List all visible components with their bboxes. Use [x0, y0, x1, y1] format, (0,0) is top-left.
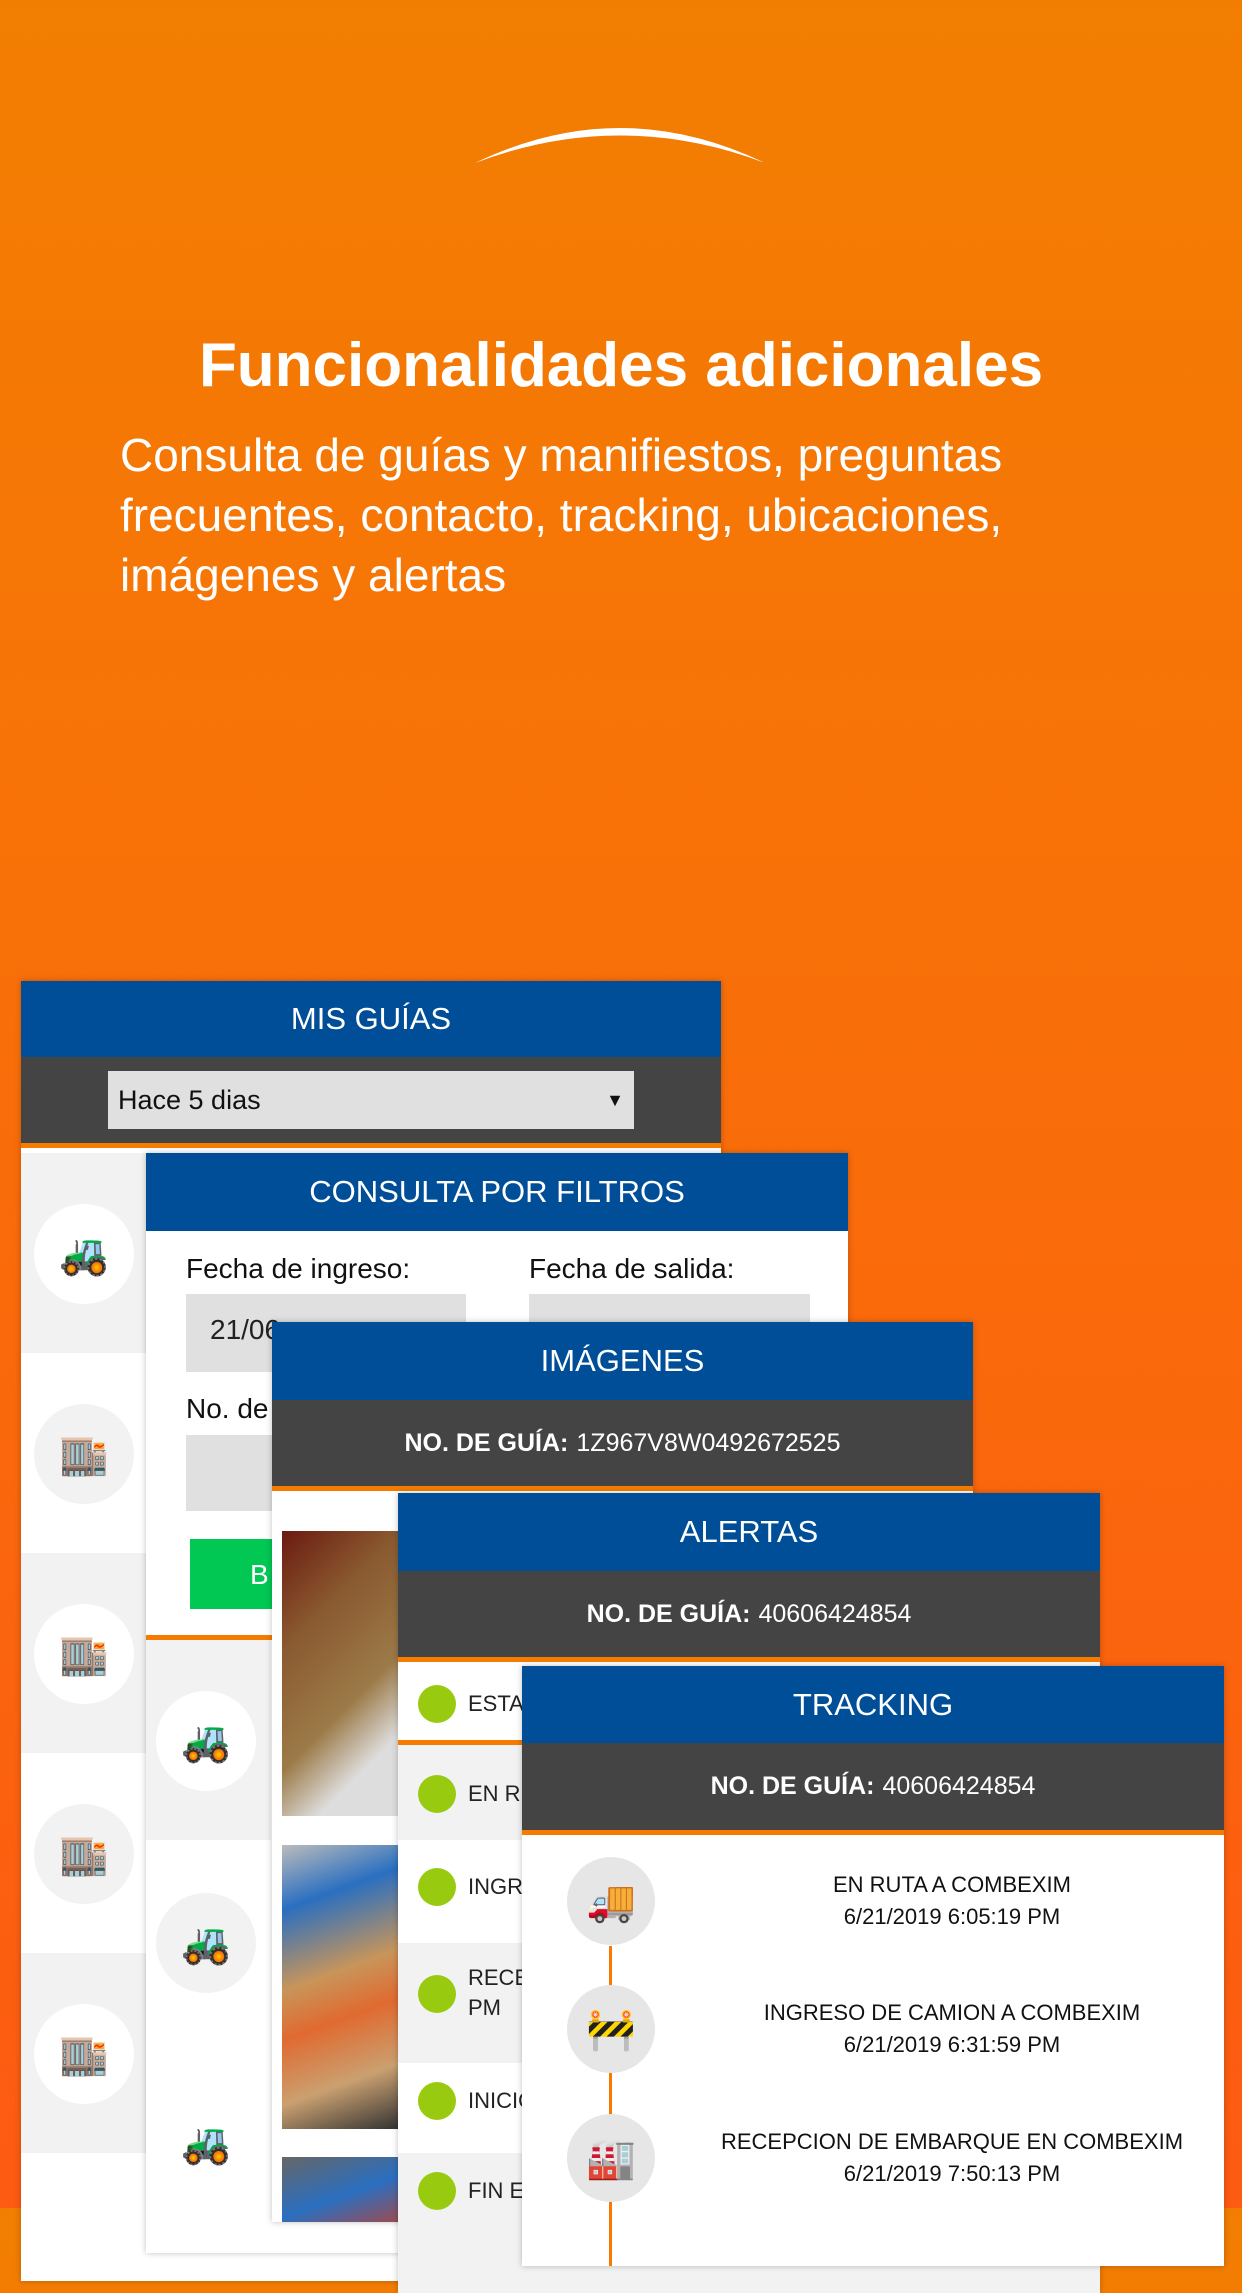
package-photo[interactable]	[282, 1531, 398, 1816]
warehouse-icon[interactable]: 🏬	[34, 2004, 134, 2104]
hero-subtitle: Consulta de guías y manifiestos, pregunt…	[120, 429, 1003, 601]
warehouse-icon[interactable]: 🏬	[34, 1804, 134, 1904]
event-datetime: 6/21/2019 6:05:19 PM	[843, 1904, 1061, 1929]
fecha-ingreso-label: Fecha de ingreso:	[186, 1253, 411, 1284]
truck-icon: 🚚	[567, 1857, 655, 1945]
tracking-header: TRACKING	[522, 1666, 1224, 1743]
guia-value: 40606424854	[882, 1772, 1036, 1800]
guia-label: NO. DE GUÍA:	[586, 1599, 751, 1628]
guia-value: 1Z967V8W0492672525	[576, 1428, 841, 1457]
warehouse-icon[interactable]: 🏬	[34, 1404, 134, 1504]
consulta-header: CONSULTA POR FILTROS	[146, 1153, 848, 1231]
warehouse-truck-icon: 🏭	[567, 2114, 655, 2202]
gate-barrier-icon: 🚧	[567, 1985, 655, 2073]
dropdown-arrow-icon: ▼	[606, 1089, 624, 1110]
status-dot	[418, 1868, 456, 1906]
event-datetime: 6/21/2019 6:31:59 PM	[843, 2032, 1061, 2057]
forklift-icon[interactable]: 🚜	[156, 2093, 256, 2193]
tracking-event: RECEPCION DE EMBARQUE EN COMBEXIM 6/21/20…	[682, 2126, 1222, 2190]
status-dot	[418, 1775, 456, 1813]
logo-arc	[475, 128, 765, 163]
status-dot	[418, 2082, 456, 2120]
package-photo[interactable]	[282, 1845, 398, 2129]
hero-title: Funcionalidades adicionales	[198, 331, 1044, 400]
alertas-header: ALERTAS	[398, 1493, 1100, 1571]
tracking-event: EN RUTA A COMBEXIM 6/21/2019 6:05:19 PM	[682, 1869, 1222, 1933]
forklift-icon[interactable]: 🚜	[156, 1691, 256, 1791]
mis-guias-header: MIS GUÍAS	[21, 981, 721, 1057]
guia-bar: NO. DE GUÍA: 40606424854	[398, 1571, 1100, 1662]
guia-bar: NO. DE GUÍA: 1Z967V8W0492672525	[272, 1400, 973, 1491]
status-dot	[418, 1685, 456, 1723]
guia-label: NO. DE GUÍA:	[404, 1428, 569, 1457]
forklift-icon[interactable]: 🚜	[34, 1204, 134, 1304]
days-select[interactable]: Hace 5 dias ▼	[108, 1071, 634, 1129]
forklift-icon[interactable]: 🚜	[156, 1893, 256, 1993]
tracking-event: INGRESO DE CAMION A COMBEXIM 6/21/2019 6:…	[682, 1997, 1222, 2061]
warehouse-icon[interactable]: 🏬	[34, 1604, 134, 1704]
no-guia-label: No. de	[186, 1393, 269, 1424]
status-dot	[418, 1975, 456, 2013]
event-datetime: 6/21/2019 7:50:13 PM	[843, 2161, 1061, 2186]
event-status: RECEPCION DE EMBARQUE EN COMBEXIM	[720, 2129, 1184, 2154]
package-photo[interactable]	[282, 2157, 398, 2222]
days-select-value: Hace 5 dias	[118, 1084, 261, 1115]
fecha-salida-label: Fecha de salida:	[529, 1253, 735, 1284]
event-status: EN RUTA A COMBEXIM	[833, 1872, 1071, 1897]
event-status: INGRESO DE CAMION A COMBEXIM	[763, 2000, 1141, 2025]
guia-bar: NO. DE GUÍA: 40606424854	[522, 1743, 1224, 1835]
alert-item[interactable]: ESTA	[468, 1689, 524, 1719]
status-dot	[418, 2172, 456, 2210]
guia-label: NO. DE GUÍA:	[710, 1772, 875, 1800]
tracking-panel: TRACKING NO. DE GUÍA: 40606424854 🚚 EN RU…	[522, 1666, 1224, 2266]
filter-bar: Hace 5 dias ▼	[21, 1057, 721, 1148]
guia-value: 40606424854	[758, 1599, 912, 1628]
imagenes-header: IMÁGENES	[272, 1322, 973, 1400]
